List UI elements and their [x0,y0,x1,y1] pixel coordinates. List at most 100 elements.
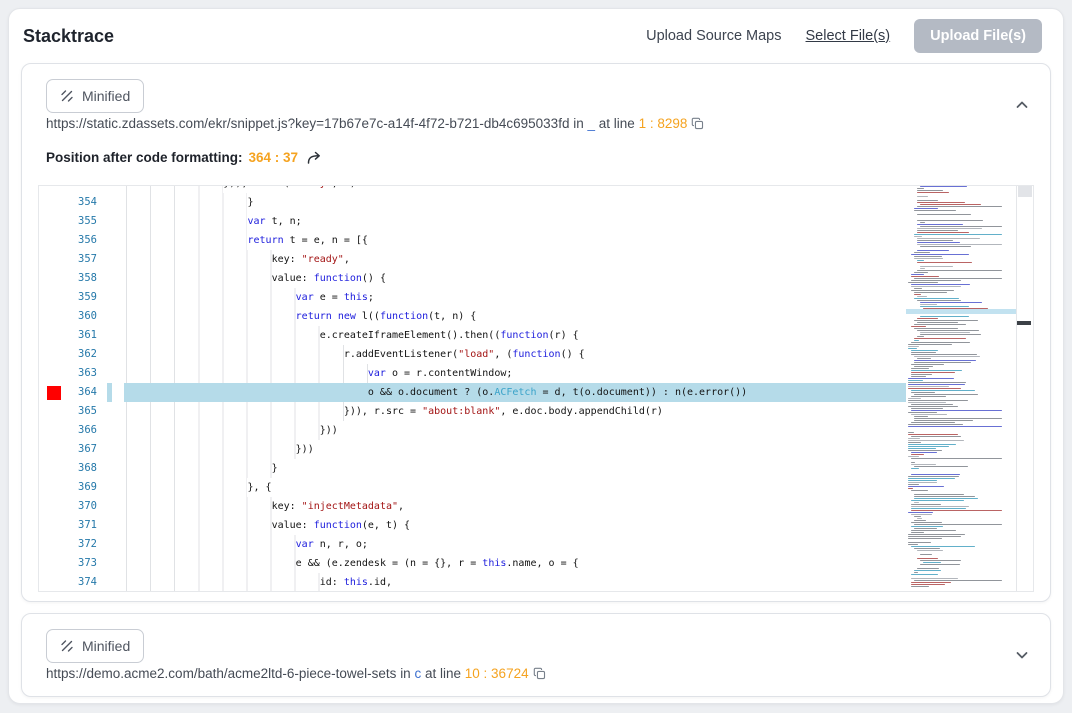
minimap-bar [908,426,1002,427]
code-editor[interactable]: })), r = t("ready", n)354}355var t, n;35… [38,185,1034,592]
code-line: 356return t = e, n = [{ [39,231,906,250]
frame-location: https://demo.acme2.com/bath/acme2ltd-6-p… [46,666,546,681]
code-line: 374id: this.id, [39,573,906,591]
minimap-bar [911,574,938,575]
line-number: 368 [67,459,103,478]
line-number: 361 [67,326,103,345]
indent-guides [103,478,247,497]
line-number: 359 [67,288,103,307]
glyph-margin [39,364,67,383]
minimap-highlight-band [906,309,1016,314]
indent-guides [103,402,344,421]
code-token: , [344,250,350,269]
minimap-bar [908,538,942,539]
minimap-bar [914,234,1002,235]
expand-chevron-icon[interactable] [1014,647,1030,663]
minimap-bar [917,196,928,197]
line-number: 367 [67,440,103,459]
code-line: 371value: function(e, t) { [39,516,906,535]
line-number: 358 [67,269,103,288]
code-token: function [314,269,362,288]
indent-guides [103,326,320,345]
glyph-margin [39,516,67,535]
line-number: 369 [67,478,103,497]
code-token: key: [272,497,302,516]
code-token: })) [320,421,338,440]
minimap-bar [911,468,919,469]
editor-scrollbar[interactable] [1017,186,1033,591]
code-token: key: [272,250,302,269]
indent-guides [103,383,368,402]
indent-guides [103,345,344,364]
select-files-link[interactable]: Select File(s) [806,28,891,44]
code-line: 360return new l((function(t, n) { [39,307,906,326]
unlink-icon [60,639,74,653]
code-token: return [296,307,332,326]
in-word: in [573,116,584,131]
minimap-bar [914,210,956,211]
code-token: }, { [247,478,271,497]
unlink-icon [60,89,74,103]
code-token: l(( [356,307,380,326]
code-token: "injectMetadata" [302,497,398,516]
glyph-margin [39,497,67,516]
line-number: 356 [67,231,103,250]
code-token: .name, o = { [506,554,578,573]
position-row: Position after code formatting: 364 : 37 [46,150,323,165]
indent-guides [103,250,272,269]
line-number: 374 [67,573,103,591]
goto-arrow-icon[interactable] [306,150,323,165]
code-line: 357key: "ready", [39,250,906,269]
glyph-margin [39,440,67,459]
code-token: r.addEventListener( [344,345,458,364]
minimap-bar [917,262,972,263]
minified-badge-label: Minified [82,88,130,104]
line-number: 372 [67,535,103,554]
scrollbar-thumb[interactable] [1018,186,1032,197]
header-actions: Upload Source Maps Select File(s) Upload… [646,19,1042,53]
indent-guides [103,421,320,440]
code-line: 373e && (e.zendesk = (n = {}, r = this.n… [39,554,906,573]
glyph-margin [39,326,67,345]
code-token: return [247,231,283,250]
code-line: 368} [39,459,906,478]
copy-icon[interactable] [691,117,704,130]
minified-badge[interactable]: Minified [46,79,144,113]
code-token: e && (e.zendesk = (n = {}, r = [296,554,483,573]
minified-badge[interactable]: Minified [46,629,144,663]
minimap-bar [920,266,953,267]
collapse-chevron-icon[interactable] [1014,97,1030,113]
indent-guides [103,269,272,288]
frame-location: https://static.zdassets.com/ekr/snippet.… [46,116,704,131]
code-token: this [344,573,368,591]
glyph-margin [39,402,67,421]
indent-guides [103,459,272,478]
line-number: 370 [67,497,103,516]
frame-url: https://static.zdassets.com/ekr/snippet.… [46,116,569,131]
code-token: "load" [458,345,494,364]
code-token: , e.doc.body.appendChild(r) [500,402,663,421]
minimap-bar [917,220,983,221]
code-line: 369 }, { [39,478,906,497]
frame-url: https://demo.acme2.com/bath/acme2ltd-6-p… [46,666,396,681]
glyph-margin [39,186,67,193]
code-line: 362r.addEventListener("load", (function(… [39,345,906,364]
minimap-bar [920,564,960,565]
copy-icon[interactable] [533,667,546,680]
minimap-bar [920,186,967,187]
code-token: function [380,307,428,326]
minimap-bar [911,500,964,501]
upload-files-button[interactable]: Upload File(s) [914,19,1042,53]
minimap[interactable] [906,186,1017,591]
line-number: 371 [67,516,103,535]
glyph-margin [39,535,67,554]
indent-guides [103,440,296,459]
minimap-bar [911,490,928,491]
frame-symbol: _ [588,116,596,131]
line-number: 366 [67,421,103,440]
header: Stacktrace Upload Source Maps Select Fil… [9,9,1063,63]
code-token: (e, t) { [362,516,410,535]
code-token: (r) { [549,326,579,345]
code-line: 367})) [39,440,906,459]
code-token: id: [320,573,344,591]
